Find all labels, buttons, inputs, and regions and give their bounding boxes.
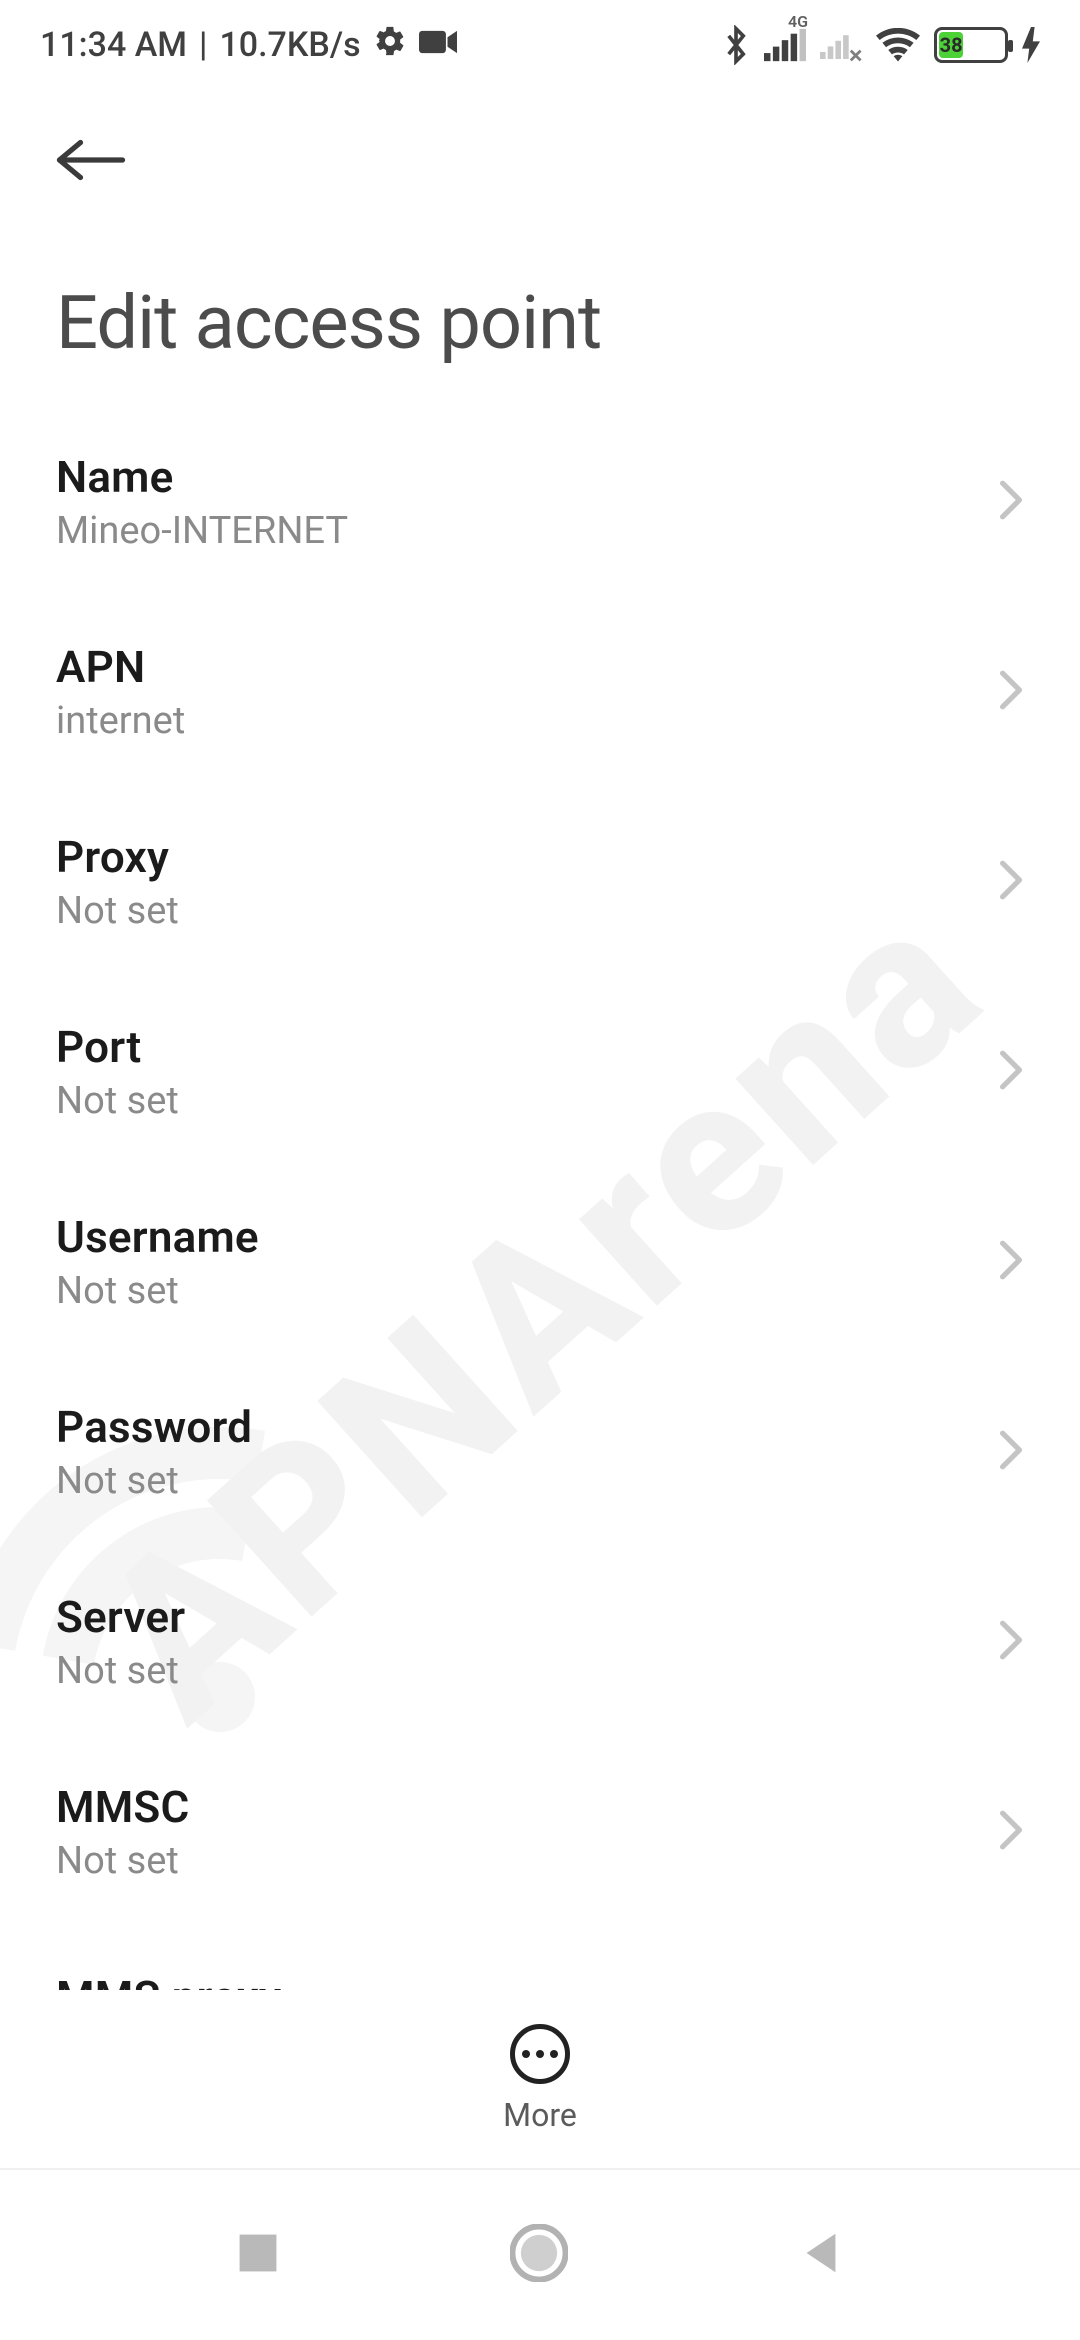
setting-text: Proxy Not set bbox=[56, 831, 179, 933]
nav-recent-button[interactable] bbox=[235, 2230, 281, 2280]
camera-icon bbox=[419, 25, 457, 65]
setting-row-proxy[interactable]: Proxy Not set bbox=[0, 787, 1080, 977]
signal-4g-icon: 4G bbox=[764, 28, 806, 62]
more-button[interactable] bbox=[510, 2024, 570, 2084]
setting-text: Name Mineo-INTERNET bbox=[56, 451, 348, 553]
setting-label: Name bbox=[56, 451, 348, 503]
setting-label: APN bbox=[56, 641, 185, 693]
status-time: 11:34 AM bbox=[40, 25, 187, 65]
more-label: More bbox=[503, 2096, 577, 2134]
setting-row-username[interactable]: Username Not set bbox=[0, 1167, 1080, 1357]
setting-text: Username Not set bbox=[56, 1211, 259, 1313]
setting-value: Not set bbox=[56, 1649, 185, 1693]
chevron-right-icon bbox=[998, 1239, 1024, 1285]
setting-value: Not set bbox=[56, 889, 179, 933]
more-dots-icon bbox=[550, 2050, 558, 2058]
setting-text: Port Not set bbox=[56, 1021, 179, 1123]
setting-label: Port bbox=[56, 1021, 179, 1073]
system-nav-bar bbox=[0, 2170, 1080, 2340]
content-area: Edit access point Name Mineo-INTERNET APN i… bbox=[0, 90, 1080, 1990]
more-dots-icon bbox=[536, 2050, 544, 2058]
chevron-right-icon bbox=[998, 479, 1024, 525]
setting-row-password[interactable]: Password Not set bbox=[0, 1357, 1080, 1547]
setting-row-port[interactable]: Port Not set bbox=[0, 977, 1080, 1167]
setting-row-name[interactable]: Name Mineo-INTERNET bbox=[0, 407, 1080, 597]
setting-value: Not set bbox=[56, 1269, 259, 1313]
setting-row-server[interactable]: Server Not set bbox=[0, 1547, 1080, 1737]
more-bar: More bbox=[0, 1990, 1080, 2170]
setting-value: Mineo-INTERNET bbox=[56, 509, 348, 553]
setting-text: MMS proxyNot set bbox=[56, 1971, 281, 1990]
battery-percent: 38 bbox=[939, 32, 963, 58]
setting-label: MMS proxy bbox=[56, 1971, 281, 1990]
chevron-right-icon bbox=[998, 1809, 1024, 1855]
gear-icon bbox=[373, 24, 407, 67]
nav-back-button[interactable] bbox=[797, 2229, 845, 2281]
status-bar-right: 4G 38 bbox=[722, 25, 1040, 65]
setting-value: Not set bbox=[56, 1459, 252, 1503]
arrow-left-icon bbox=[56, 135, 126, 185]
setting-label: Proxy bbox=[56, 831, 179, 883]
chevron-right-icon bbox=[998, 1619, 1024, 1665]
network-badge: 4G bbox=[788, 12, 808, 31]
battery-icon: 38 bbox=[934, 27, 1008, 63]
status-bar-left: 11:34 AM | 10.7KB/s bbox=[40, 24, 457, 67]
setting-row-apn[interactable]: APN internet bbox=[0, 597, 1080, 787]
charging-icon bbox=[1022, 26, 1040, 64]
chevron-right-icon bbox=[998, 1429, 1024, 1475]
wifi-icon bbox=[876, 28, 920, 62]
setting-label: Username bbox=[56, 1211, 259, 1263]
status-separator: | bbox=[199, 25, 207, 65]
nav-home-button[interactable] bbox=[510, 2224, 568, 2286]
back-button[interactable] bbox=[56, 120, 136, 200]
setting-value: Not set bbox=[56, 1079, 179, 1123]
setting-label: Server bbox=[56, 1591, 185, 1643]
more-dots-icon bbox=[522, 2050, 530, 2058]
header bbox=[0, 90, 1080, 210]
status-bar: 11:34 AM | 10.7KB/s 4G 38 bbox=[0, 0, 1080, 90]
setting-value: Not set bbox=[56, 1839, 189, 1883]
status-net-speed: 10.7KB/s bbox=[219, 25, 360, 65]
setting-text: MMSC Not set bbox=[56, 1781, 189, 1883]
setting-text: APN internet bbox=[56, 641, 185, 743]
bluetooth-icon bbox=[722, 25, 750, 65]
settings-list: Name Mineo-INTERNET APN internet Proxy Not se… bbox=[0, 407, 1080, 1990]
chevron-right-icon bbox=[998, 859, 1024, 905]
setting-value: internet bbox=[56, 699, 185, 743]
signal-none-icon bbox=[820, 28, 862, 62]
chevron-right-icon bbox=[998, 1049, 1024, 1095]
setting-row-mms_proxy[interactable]: MMS proxyNot set bbox=[0, 1927, 1080, 1990]
setting-label: Password bbox=[56, 1401, 252, 1453]
chevron-right-icon bbox=[998, 669, 1024, 715]
setting-text: Server Not set bbox=[56, 1591, 185, 1693]
setting-text: Password Not set bbox=[56, 1401, 252, 1503]
setting-row-mmsc[interactable]: MMSC Not set bbox=[0, 1737, 1080, 1927]
page-title: Edit access point bbox=[0, 210, 1080, 407]
setting-label: MMSC bbox=[56, 1781, 189, 1833]
